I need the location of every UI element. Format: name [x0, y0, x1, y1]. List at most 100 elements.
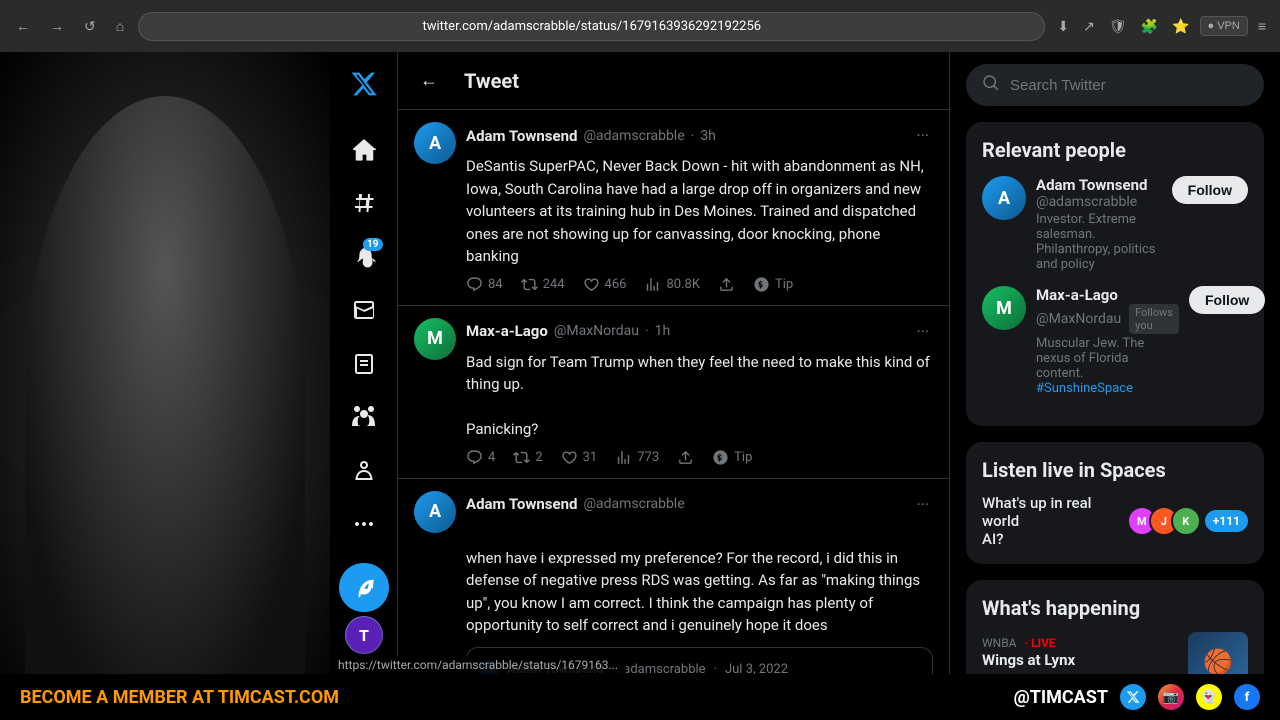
site-name: TIMCAST.COM — [218, 687, 339, 708]
happening-title: What's happening — [982, 596, 1248, 620]
tweet-button[interactable] — [339, 563, 389, 612]
tweet-item[interactable]: M Max-a-Lago @MaxNordau · 1h ··· Bad sig… — [398, 306, 949, 479]
share-action[interactable] — [718, 276, 735, 293]
menu-button[interactable]: ≡ — [1254, 14, 1270, 38]
tweet-author-handle: @MaxNordau — [554, 323, 639, 339]
spaces-info: What's up in real world AI? — [982, 494, 1127, 548]
sidebar: 19 T — [330, 52, 398, 674]
spaces-topic: What's up in real world AI? — [982, 494, 1127, 548]
tweet-time: · — [691, 128, 695, 144]
happening-item[interactable]: WNBA · LIVE Wings at Lynx 🏀 — [982, 632, 1248, 674]
tweet-more-button[interactable]: ··· — [912, 122, 933, 149]
person-bio: Investor. Extreme salesman. Philanthropy… — [1036, 212, 1162, 272]
sidebar-item-more[interactable] — [339, 499, 389, 548]
status-bar: https://twitter.com/adamscrabble/status/… — [330, 656, 626, 674]
user-avatar[interactable]: T — [345, 616, 383, 654]
spaces-subtopic: AI? — [982, 530, 1004, 548]
tweet-page-title: Tweet — [464, 69, 519, 93]
views-action[interactable]: 80.8K — [644, 276, 700, 293]
tweet-more-button[interactable]: ··· — [912, 318, 933, 345]
sidebar-item-lists[interactable] — [339, 339, 389, 388]
live-badge: · LIVE — [1024, 636, 1055, 650]
person-avatar[interactable]: M — [982, 286, 1026, 330]
share-button[interactable]: ↗ — [1079, 14, 1099, 39]
tip-action[interactable]: Tip — [753, 276, 793, 293]
reload-nav-button[interactable]: ↺ — [78, 14, 102, 39]
twitter-logo[interactable] — [342, 62, 386, 113]
retweet-action[interactable]: 2 — [513, 449, 542, 466]
tweet-author-row: M Max-a-Lago @MaxNordau · 1h ··· Bad sig… — [414, 318, 933, 466]
tweet-more-button[interactable]: ··· — [912, 491, 933, 518]
video-overlay — [0, 52, 330, 720]
person-bio: Muscular Jew. The nexus of Florida conte… — [1036, 336, 1179, 396]
tweet-text: Bad sign for Team Trump when they feel t… — [466, 351, 933, 441]
person-silhouette — [25, 96, 305, 676]
tweet-header: ← Tweet — [398, 52, 949, 110]
sidebar-item-explore[interactable] — [339, 178, 389, 227]
person-avatar[interactable]: A — [982, 176, 1026, 220]
banner-left-text: BECOME A MEMBER AT TIMCAST.COM — [20, 687, 339, 708]
twitter-social-icon[interactable] — [1120, 684, 1146, 710]
shield-icon[interactable]: 🛡 — [1105, 14, 1131, 39]
reply-action[interactable]: 84 — [466, 276, 503, 293]
tweet-content: Max-a-Lago @MaxNordau · 1h ··· Bad sign … — [466, 318, 933, 466]
spaces-avatars: M J K +111 — [1127, 506, 1248, 536]
svg-text:T: T — [359, 626, 369, 645]
follow-button-max[interactable]: Follow — [1189, 286, 1265, 314]
back-button[interactable]: ← — [414, 64, 444, 97]
search-box[interactable] — [966, 64, 1264, 106]
follow-button-adam[interactable]: Follow — [1172, 176, 1248, 204]
views-action[interactable]: 773 — [615, 449, 659, 466]
tweet-avatar[interactable]: A — [414, 122, 456, 164]
extension-button[interactable]: 🧩 — [1137, 14, 1162, 39]
like-action[interactable]: 31 — [561, 449, 598, 466]
spaces-avatar-3: K — [1171, 506, 1201, 536]
tweet-author-info: Adam Townsend @adamscrabble · 3h — [466, 127, 716, 145]
tweet-avatar[interactable]: A — [414, 491, 456, 533]
person-info: Adam Townsend @adamscrabble Investor. Ex… — [1036, 176, 1162, 272]
follows-you-badge: Follows you — [1129, 304, 1179, 334]
spaces-count: +111 — [1205, 510, 1248, 532]
tip-label: Tip — [775, 277, 793, 292]
views-count: 773 — [637, 450, 659, 465]
retweet-count: 244 — [543, 277, 565, 292]
tweet-author-name: Adam Townsend — [466, 127, 577, 145]
tweet-item[interactable]: A Adam Townsend @adamscrabble · 3h ··· D… — [398, 110, 949, 306]
tip-action[interactable]: Tip — [712, 449, 752, 466]
bookmark-button[interactable]: ⭐ — [1168, 14, 1193, 39]
sidebar-item-profile[interactable] — [339, 446, 389, 495]
instagram-social-icon[interactable]: 📷 — [1158, 684, 1184, 710]
relevant-people-title: Relevant people — [982, 138, 1248, 162]
banner-right: @TIMCAST 📷 👻 f — [1014, 684, 1260, 710]
facebook-social-icon[interactable]: f — [1234, 684, 1260, 710]
sidebar-item-notifications[interactable]: 19 — [339, 232, 389, 281]
hashtag-link[interactable]: #SunshineSpace — [1036, 381, 1133, 396]
vpn-button[interactable]: ● VPN — [1200, 16, 1248, 36]
tweet-time: · — [645, 323, 649, 339]
share-action[interactable] — [677, 449, 694, 466]
back-nav-button[interactable]: ← — [10, 14, 36, 38]
main-content: ← Tweet A Adam Townsend @adamscrabble · … — [398, 52, 950, 674]
tweet-timestamp: 1h — [655, 323, 671, 339]
download-button[interactable]: ⬇ — [1053, 14, 1073, 39]
tweet-item[interactable]: A Adam Townsend @adamscrabble ··· when h… — [398, 479, 949, 675]
search-input[interactable] — [1010, 77, 1248, 94]
person-info: Max-a-Lago @MaxNordau Follows you Muscul… — [1036, 286, 1179, 396]
home-nav-button[interactable]: ⌂ — [110, 14, 130, 38]
sidebar-item-messages[interactable] — [339, 285, 389, 334]
forward-nav-button[interactable]: → — [44, 14, 70, 38]
sidebar-item-communities[interactable] — [339, 392, 389, 441]
snapchat-social-icon[interactable]: 👻 — [1196, 684, 1222, 710]
tweet-content: Adam Townsend @adamscrabble ··· — [466, 491, 933, 520]
like-action[interactable]: 466 — [583, 276, 627, 293]
right-sidebar: Relevant people A Adam Townsend @adamscr… — [950, 52, 1280, 674]
tweet-avatar[interactable]: M — [414, 318, 456, 360]
spaces-item[interactable]: What's up in real world AI? M J K +111 — [982, 494, 1248, 548]
sidebar-item-home[interactable] — [339, 125, 389, 174]
views-count: 80.8K — [666, 277, 700, 292]
url-bar[interactable]: twitter.com/adamscrabble/status/16791639… — [138, 12, 1045, 41]
like-count: 466 — [605, 277, 627, 292]
like-count: 31 — [583, 450, 598, 465]
retweet-action[interactable]: 244 — [521, 276, 565, 293]
reply-action[interactable]: 4 — [466, 449, 495, 466]
